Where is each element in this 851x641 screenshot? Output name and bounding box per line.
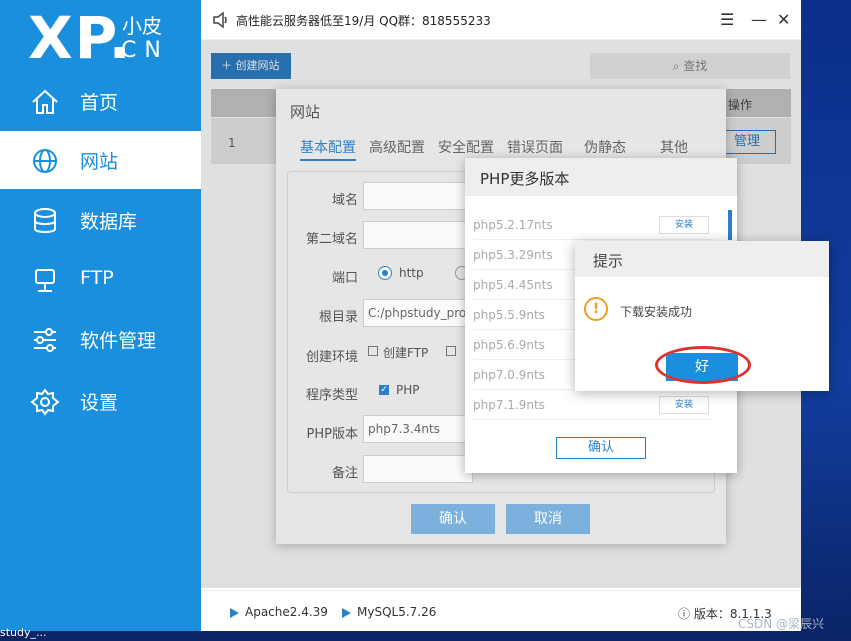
info-icon: ⓘ [678, 607, 694, 621]
php-version-name: php5.2.17nts [473, 218, 553, 232]
database-icon [34, 208, 56, 233]
php-version-name: php7.0.9nts [473, 368, 545, 382]
logo-subtitle: 小皮 [122, 14, 162, 38]
minimize-icon[interactable]: — [751, 10, 767, 29]
play-icon [342, 607, 351, 618]
list-item: php7.1.9nts 安装 [473, 390, 713, 420]
php-version-label: PHP版本 [306, 427, 358, 442]
sidebar-item-settings[interactable]: 设置 [0, 372, 201, 430]
program-type-label: 程序类型 [305, 388, 358, 403]
list-item: php5.2.17nts 安装 [473, 210, 713, 240]
sidebar-item-label: 设置 [80, 392, 119, 414]
domain-input[interactable] [363, 182, 473, 210]
note-input[interactable] [363, 455, 473, 483]
php-version-name: php5.6.9nts [473, 338, 545, 352]
sidebar-item-label: FTP [80, 267, 114, 289]
menu-icon[interactable]: ☰ [720, 10, 734, 29]
note-label: 备注 [331, 466, 358, 481]
php-dialog-title: PHP更多版本 [465, 158, 737, 196]
sidebar-item-label: 首页 [80, 92, 119, 114]
second-domain-input[interactable] [363, 221, 473, 249]
tab-rewrite[interactable]: 伪静态 [584, 137, 626, 157]
sidebar-item-label: 软件管理 [80, 330, 157, 352]
second-domain-label: 第二域名 [305, 232, 358, 247]
http-radio[interactable] [378, 266, 392, 280]
notice-text: 高性能云服务器低至19/月 QQ群：818555233 [236, 14, 491, 28]
install-button[interactable]: 安装 [659, 216, 709, 234]
env-label: 创建环境 [305, 350, 358, 365]
domain-label: 域名 [331, 193, 358, 208]
root-input[interactable]: C:/phpstudy_pro/ [363, 299, 473, 327]
watermark: CSDN @梁辰兴 [738, 617, 825, 631]
website-cancel-button[interactable]: 取消 [506, 504, 590, 534]
php-checkbox-label: PHP [396, 383, 420, 397]
website-dialog-title: 网站 [290, 103, 321, 121]
speaker-icon [213, 11, 227, 29]
scrollbar[interactable] [728, 210, 732, 240]
apache-label: Apache2.4.39 [245, 605, 328, 619]
php-version-name: php5.4.45nts [473, 278, 553, 292]
tab-other[interactable]: 其他 [660, 137, 688, 157]
sidebar-item-website[interactable]: 网站 [0, 131, 201, 189]
sidebar-item-label: 网站 [80, 151, 119, 173]
home-icon [32, 89, 58, 114]
port-label: 端口 [331, 271, 358, 286]
warning-icon: ! [584, 297, 608, 321]
ftp-checkbox[interactable] [368, 346, 378, 356]
tab-error-pages[interactable]: 错误页面 [507, 137, 563, 157]
sidebar-item-database[interactable]: 数据库 [0, 191, 201, 249]
logo-cn: CN [121, 38, 169, 63]
http-radio-label: http [399, 266, 424, 280]
gear-icon [30, 388, 60, 416]
php-checkbox[interactable]: ✓ [379, 385, 389, 395]
tip-message: 下载安装成功 [620, 305, 693, 319]
apache-status[interactable]: Apache2.4.39 [230, 605, 328, 619]
mysql-label: MySQL5.7.26 [357, 605, 437, 619]
php-confirm-button[interactable]: 确认 [556, 437, 646, 459]
tip-dialog-title: 提示 [575, 241, 829, 277]
sidebar-item-home[interactable]: 首页 [0, 72, 201, 130]
db-checkbox[interactable] [446, 346, 456, 356]
sliders-icon [34, 328, 56, 352]
install-button[interactable]: 安装 [659, 396, 709, 414]
php-version-name: php7.1.9nts [473, 398, 545, 412]
root-label: 根目录 [318, 310, 358, 325]
ftp-checkbox-label: 创建FTP [383, 346, 429, 360]
tab-basic[interactable]: 基本配置 [300, 137, 356, 161]
logo-text: XP. [28, 4, 133, 72]
mysql-status[interactable]: MySQL5.7.26 [342, 605, 436, 619]
sidebar-item-ftp[interactable]: FTP [0, 251, 201, 309]
sidebar-item-label: 数据库 [80, 211, 138, 233]
php-version-name: php5.3.29nts [473, 248, 553, 262]
play-icon [230, 607, 239, 618]
tab-advanced[interactable]: 高级配置 [369, 137, 425, 157]
close-icon[interactable]: ✕ [777, 10, 790, 29]
highlight-ring [655, 346, 751, 384]
tab-security[interactable]: 安全配置 [438, 137, 494, 157]
php-version-name: php5.5.9nts [473, 308, 545, 322]
sidebar-item-software[interactable]: 软件管理 [0, 310, 201, 368]
globe-icon [33, 149, 57, 173]
website-confirm-button[interactable]: 确认 [411, 504, 495, 534]
ftp-icon [35, 269, 55, 292]
taskbar-text: study_... [0, 626, 47, 639]
php-version-select[interactable]: php7.3.4nts [363, 415, 473, 443]
